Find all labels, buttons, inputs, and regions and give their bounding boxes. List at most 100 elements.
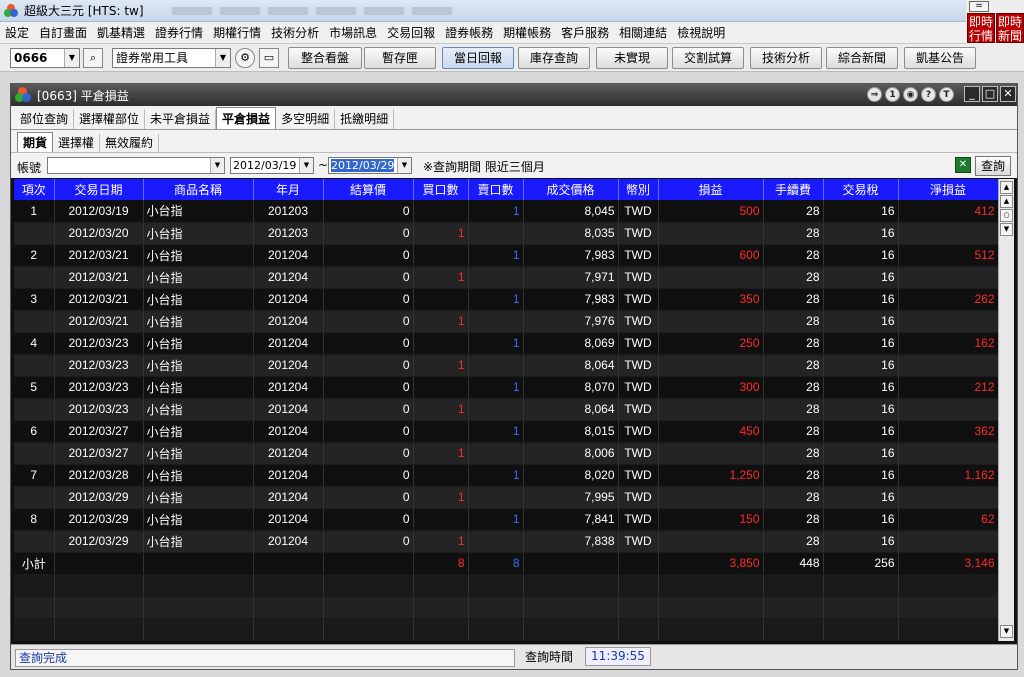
toolbar-button-6[interactable]: 技術分析 <box>750 47 822 69</box>
column-header-3[interactable]: 年月 <box>253 179 324 200</box>
column-header-9[interactable]: 損益 <box>658 179 764 200</box>
minimize-icon[interactable]: _ <box>964 86 980 102</box>
date-from-combo[interactable]: 2012/03/19 ▼ <box>230 157 314 174</box>
gear-icon[interactable]: ⚙ <box>235 48 255 68</box>
toolbar-button-7[interactable]: 綜合新聞 <box>826 47 898 69</box>
stock-code-combo[interactable]: 0666 ▼ <box>10 48 80 68</box>
column-header-0[interactable]: 項次 <box>14 179 55 200</box>
realtime-news-button[interactable]: 即時新聞 <box>996 13 1024 43</box>
column-header-5[interactable]: 買口數 <box>413 179 469 200</box>
settings-icon[interactable]: ◉ <box>903 87 918 102</box>
table-row[interactable]: 2012/03/23 小台指 201204 0 1 8,064 TWD 28 16 <box>14 398 998 421</box>
window-add-icon[interactable]: ▭ <box>259 48 279 68</box>
tab-0[interactable]: 部位查詢 <box>15 109 75 129</box>
column-header-6[interactable]: 賣口數 <box>468 179 524 200</box>
table-cell: 6 <box>14 420 55 443</box>
menu-item-10[interactable]: 客戶服務 <box>556 24 614 41</box>
table-row[interactable] <box>14 618 998 641</box>
table-row[interactable]: 2012/03/21 小台指 201204 0 1 7,971 TWD 28 16 <box>14 266 998 289</box>
tab-2[interactable]: 未平倉損益 <box>145 109 217 129</box>
one-icon[interactable]: 1 <box>885 87 900 102</box>
column-header-1[interactable]: 交易日期 <box>54 179 144 200</box>
menu-item-5[interactable]: 技術分析 <box>266 24 324 41</box>
table-row[interactable]: 2012/03/27 小台指 201204 0 1 8,006 TWD 28 16 <box>14 442 998 465</box>
chevron-down-icon[interactable]: ▼ <box>64 49 79 67</box>
scroll-bottom-icon[interactable]: ▼ <box>1000 625 1013 638</box>
toolbar-button-5[interactable]: 交割試算 <box>672 47 744 69</box>
menu-item-2[interactable]: 凱基精選 <box>92 24 150 41</box>
menu-item-9[interactable]: 期權帳務 <box>498 24 556 41</box>
menu-item-7[interactable]: 交易回報 <box>382 24 440 41</box>
chevron-down-icon[interactable]: ▼ <box>215 49 230 67</box>
menu-item-11[interactable]: 相關連結 <box>614 24 672 41</box>
chevron-down-icon[interactable]: ▼ <box>210 158 224 173</box>
table-row[interactable] <box>14 574 998 597</box>
tab-1[interactable]: 選擇權部位 <box>74 109 146 129</box>
table-row[interactable]: 7 2012/03/28 小台指 201204 0 1 8,020 TWD 1,250 28 16 1… <box>14 464 998 487</box>
table-row[interactable]: 2012/03/21 小台指 201204 0 1 7,976 TWD 28 16 <box>14 310 998 333</box>
toolbar-button-3[interactable]: 庫存查詢 <box>518 47 590 69</box>
table-cell: 2 <box>14 244 55 267</box>
menu-item-6[interactable]: 市場訊息 <box>324 24 382 41</box>
table-row[interactable]: 5 2012/03/23 小台指 201204 0 1 8,070 TWD 300 28 16 212 <box>14 376 998 399</box>
table-row[interactable]: 2012/03/29 小台指 201204 0 1 7,995 TWD 28 16 <box>14 486 998 509</box>
table-row[interactable]: 3 2012/03/21 小台指 201204 0 1 7,983 TWD 350 28 16 262 <box>14 288 998 311</box>
subtab-2[interactable]: 無效履約 <box>100 134 160 152</box>
table-row[interactable] <box>14 596 998 619</box>
tab-4[interactable]: 多空明細 <box>276 109 336 129</box>
tool-combo[interactable]: 證券常用工具 ▼ <box>112 48 231 68</box>
subtab-0[interactable]: 期貨 <box>17 132 54 152</box>
excel-export-icon[interactable]: ✕ <box>955 157 971 173</box>
link-icon[interactable]: ⇒ <box>867 87 882 102</box>
table-row[interactable]: 6 2012/03/27 小台指 201204 0 1 8,015 TWD 450 28 16 362 <box>14 420 998 443</box>
menu-item-4[interactable]: 期權行情 <box>208 24 266 41</box>
column-header-7[interactable]: 成交價格 <box>523 179 619 200</box>
menu-item-0[interactable]: 設定 <box>0 24 34 41</box>
close-icon[interactable]: ✕ <box>1000 86 1016 102</box>
scroll-top-icon[interactable]: ▲ <box>1000 181 1013 194</box>
menu-item-1[interactable]: 自訂畫面 <box>34 24 92 41</box>
scroll-down-icon[interactable]: ▼ <box>1000 223 1013 236</box>
help-icon[interactable]: ? <box>921 87 936 102</box>
table-row[interactable]: 2 2012/03/21 小台指 201204 0 1 7,983 TWD 600 28 16 512 <box>14 244 998 267</box>
toolbar-button-2[interactable]: 當日回報 <box>442 47 514 69</box>
search-icon[interactable]: ⌕ <box>83 48 103 68</box>
table-row[interactable]: 2012/03/29 小台指 201204 0 1 7,838 TWD 28 16 <box>14 530 998 553</box>
table-row[interactable]: 4 2012/03/23 小台指 201204 0 1 8,069 TWD 250 28 16 162 <box>14 332 998 355</box>
scroll-up-icon[interactable]: ▲ <box>1000 195 1013 208</box>
tab-5[interactable]: 抵繳明細 <box>335 109 395 129</box>
tab-3[interactable]: 平倉損益 <box>216 107 277 129</box>
menu-item-3[interactable]: 證券行情 <box>150 24 208 41</box>
column-header-4[interactable]: 結算價 <box>323 179 414 200</box>
query-time-label: 查詢時間 <box>525 650 574 664</box>
column-header-12[interactable]: 淨損益 <box>898 179 998 200</box>
maximize-icon[interactable]: □ <box>982 86 998 102</box>
toolbar-button-0[interactable]: 整合看盤 <box>288 47 362 69</box>
table-row[interactable] <box>14 640 998 641</box>
column-header-11[interactable]: 交易稅 <box>823 179 899 200</box>
table-row[interactable]: 小計 8 8 3,850 448 256 3,146 <box>14 552 998 575</box>
toolbar-button-8[interactable]: 凱基公告 <box>904 47 976 69</box>
toolbar-button-4[interactable]: 未實現 <box>596 47 668 69</box>
text-icon[interactable]: T <box>939 87 954 102</box>
date-to-combo[interactable]: 2012/03/29 ▼ <box>328 157 412 174</box>
query-button[interactable]: 查詢 <box>975 156 1011 176</box>
quick-panel-menu-button[interactable]: = <box>969 1 989 12</box>
scroll-thumb-icon[interactable]: ○ <box>1000 209 1013 222</box>
realtime-quote-button[interactable]: 即時行情 <box>967 13 995 43</box>
table-row[interactable]: 2012/03/20 小台指 201203 0 1 8,035 TWD 28 16 <box>14 222 998 245</box>
subtab-1[interactable]: 選擇權 <box>53 134 101 152</box>
account-combo[interactable]: ▼ <box>47 157 225 174</box>
table-row[interactable]: 8 2012/03/29 小台指 201204 0 1 7,841 TWD 150 28 16 62 <box>14 508 998 531</box>
chevron-down-icon[interactable]: ▼ <box>299 158 313 173</box>
column-header-10[interactable]: 手續費 <box>763 179 824 200</box>
table-row[interactable]: 2012/03/23 小台指 201204 0 1 8,064 TWD 28 16 <box>14 354 998 377</box>
menu-item-12[interactable]: 檢視說明 <box>672 24 730 41</box>
chevron-down-icon[interactable]: ▼ <box>397 158 411 173</box>
vertical-scrollbar[interactable]: ▲ ▲ ○ ▼ ▼ <box>998 179 1014 641</box>
column-header-2[interactable]: 商品名稱 <box>143 179 254 200</box>
table-row[interactable]: 1 2012/03/19 小台指 201203 0 1 8,045 TWD 500 28 16 412 <box>14 200 998 223</box>
menu-item-8[interactable]: 證券帳務 <box>440 24 498 41</box>
toolbar-button-1[interactable]: 暫存匣 <box>364 47 436 69</box>
column-header-8[interactable]: 幣別 <box>618 179 659 200</box>
